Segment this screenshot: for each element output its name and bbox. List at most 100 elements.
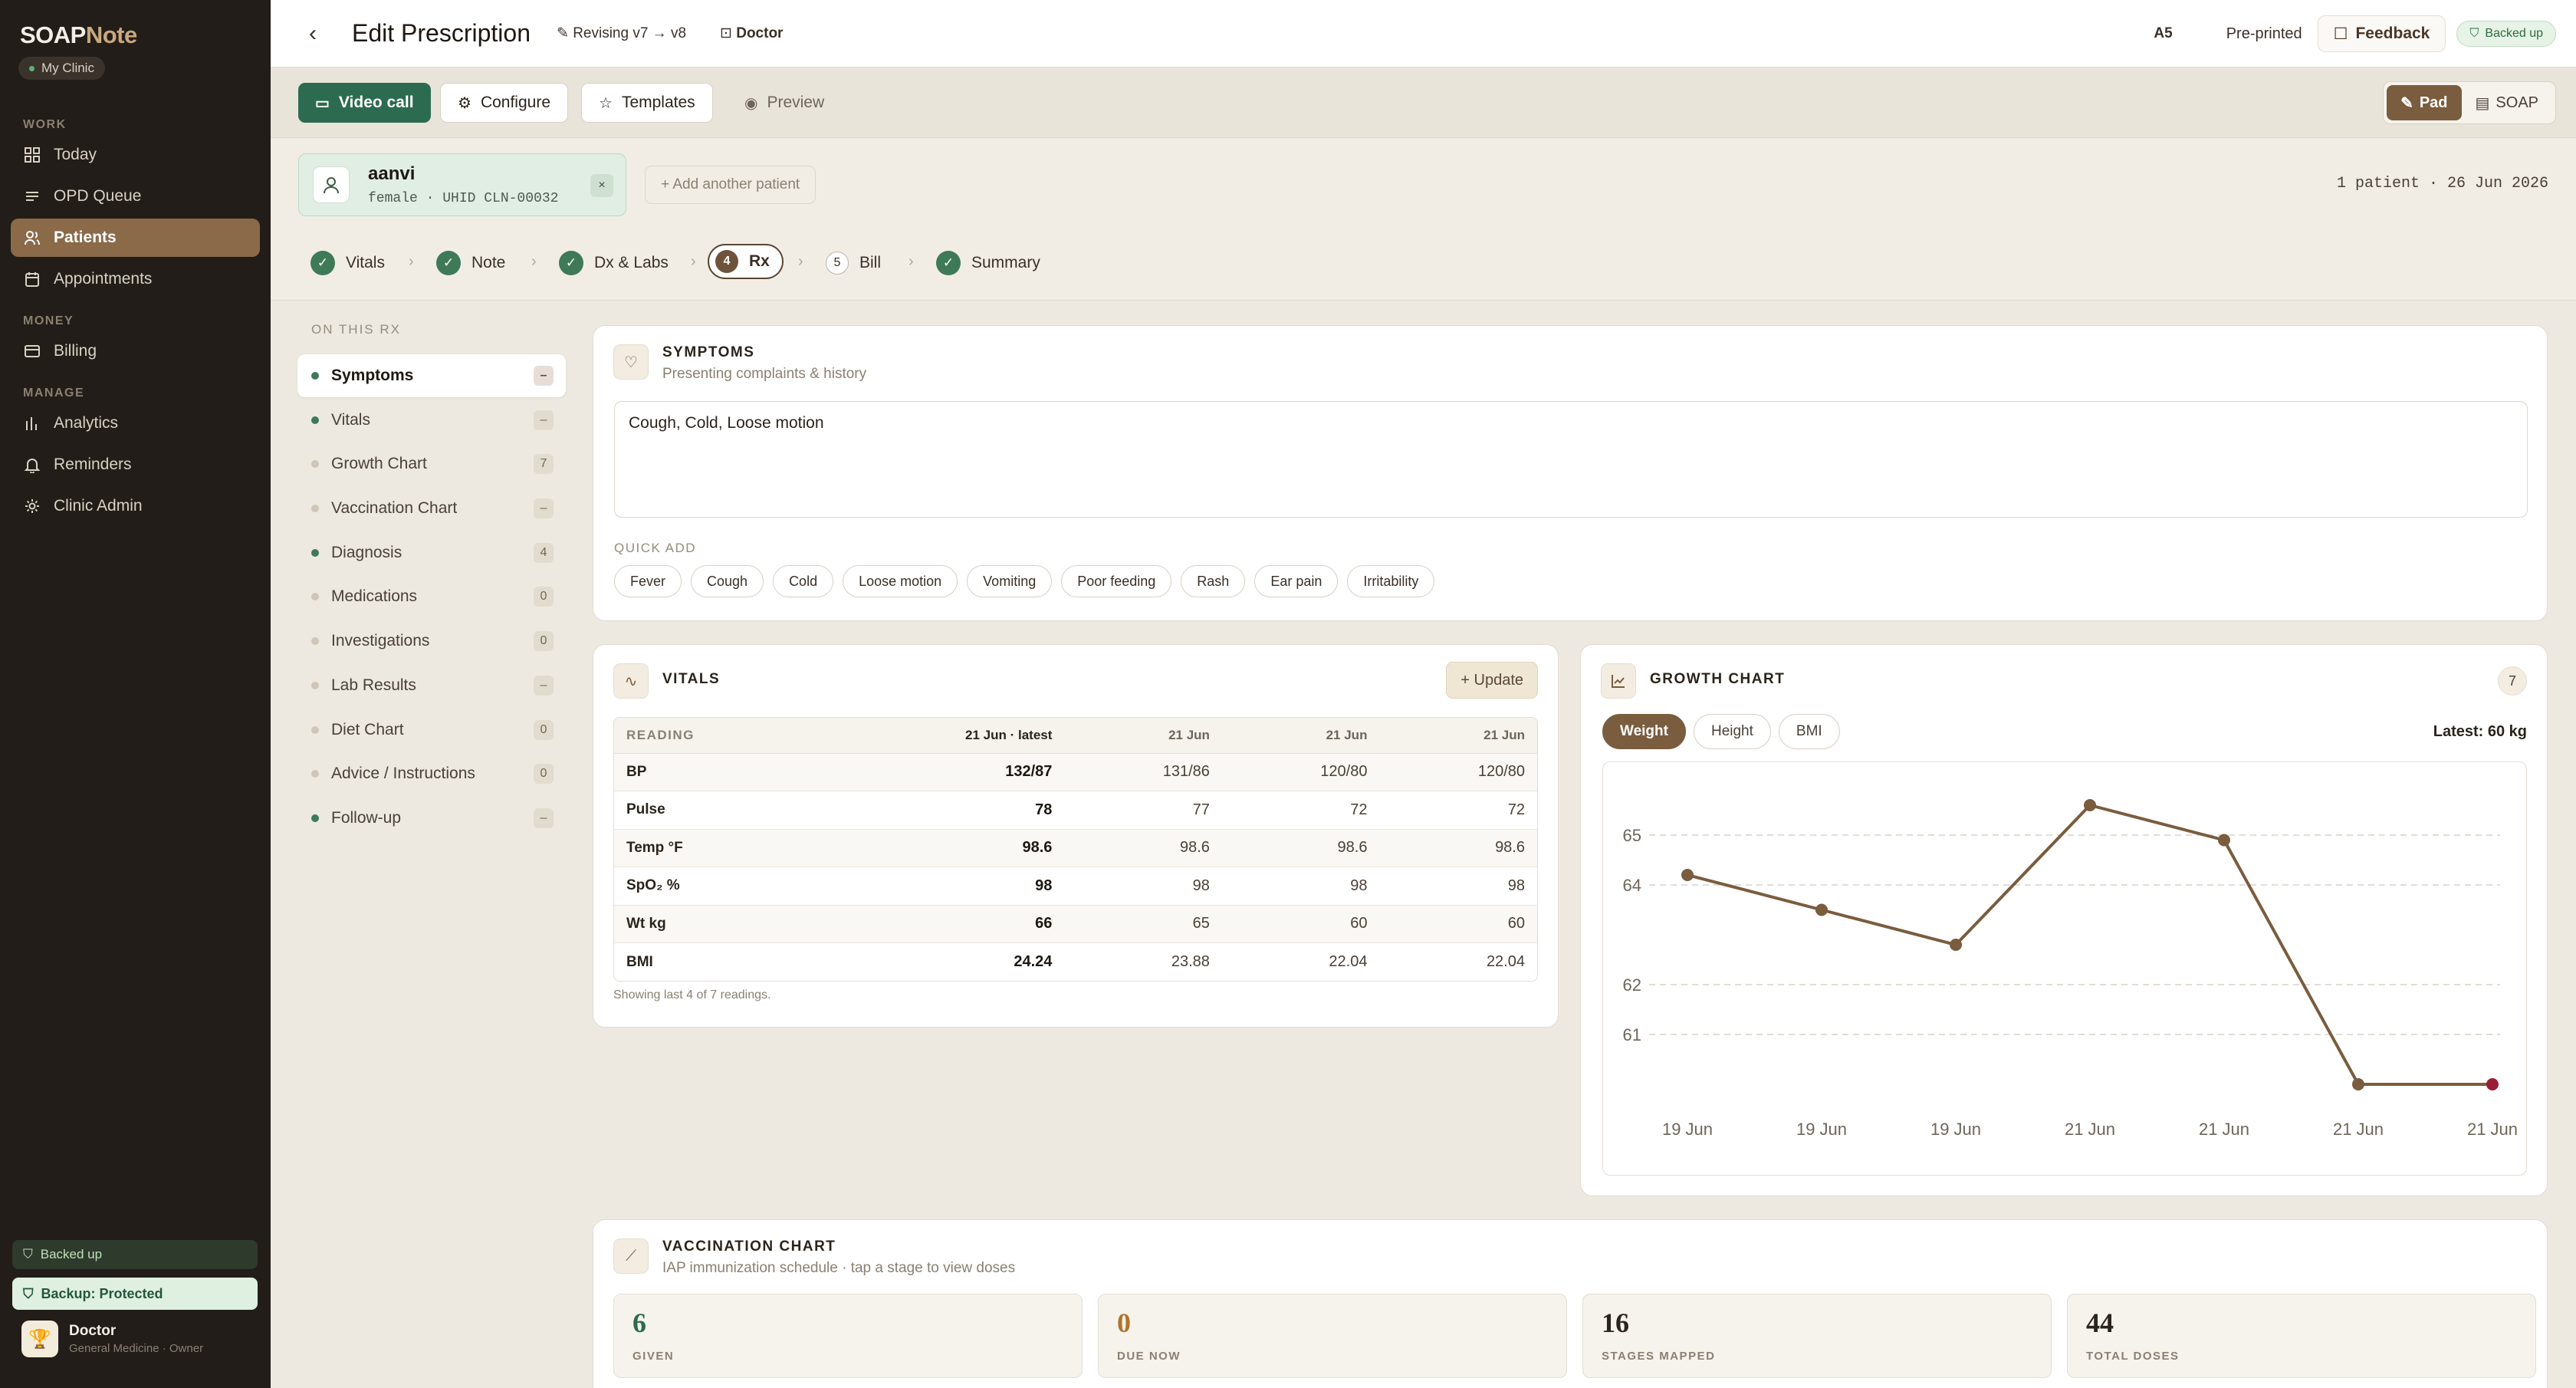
- sidebar-item-reminders[interactable]: Reminders: [11, 446, 260, 484]
- stat-given[interactable]: 6 GIVEN: [613, 1294, 1083, 1378]
- status-dot: [311, 725, 319, 734]
- feedback-button[interactable]: ☐ Feedback: [2317, 15, 2446, 52]
- preview-button[interactable]: ◉ Preview: [728, 83, 841, 123]
- table-row: SpO₂ % 98 98 98 98: [614, 867, 1537, 906]
- toc-item-follow-up[interactable]: Follow-up –: [297, 797, 566, 840]
- add-patient-button[interactable]: + Add another patient: [645, 166, 816, 204]
- toc-item-growth-chart[interactable]: Growth Chart 7: [297, 442, 566, 485]
- receipt-icon: [23, 342, 41, 360]
- quick-add-chip[interactable]: Cough: [691, 565, 764, 597]
- data-point: [2218, 834, 2230, 847]
- check-icon: ✓: [436, 251, 461, 275]
- status-dot: [311, 372, 319, 380]
- sidebar-item-billing[interactable]: Billing: [11, 332, 260, 370]
- stat-stages-mapped[interactable]: 16 STAGES MAPPED: [1582, 1294, 2052, 1378]
- backed-up-badge: ⛉ Backed up: [2456, 21, 2556, 47]
- latest-value: Latest: 60 kg: [2433, 723, 2527, 740]
- top-header: ‹ Edit Prescription ✎ Revising v7 → v8 ⊡…: [271, 0, 2576, 67]
- toc-item-medications[interactable]: Medications 0: [297, 575, 566, 618]
- remove-patient-button[interactable]: ×: [590, 174, 613, 197]
- toc-item-lab-results[interactable]: Lab Results –: [297, 664, 566, 707]
- patient-card[interactable]: aanvi female · UHID CLN-00032 ×: [298, 153, 626, 216]
- user-profile[interactable]: 🏆 Doctor General Medicine · Owner: [21, 1321, 203, 1357]
- sidebar-item-clinic-admin[interactable]: Clinic Admin: [11, 487, 260, 525]
- growth-plot-frame: 61 62 64 65 19 Jun 19 Jun 19 Jun 21 Jun 21 Jun 21…: [1602, 761, 2527, 1176]
- y-tick-label: 61: [1623, 1025, 1641, 1044]
- quick-add-chip[interactable]: Ear pain: [1254, 565, 1339, 597]
- quick-add-chip[interactable]: Loose motion: [843, 565, 958, 597]
- status-dot: [311, 770, 319, 778]
- step-vitals[interactable]: ✓ Vitals: [310, 245, 385, 281]
- symptoms-textarea[interactable]: Cough, Cold, Loose motion: [614, 401, 2528, 518]
- check-icon: ✓: [559, 251, 583, 275]
- gear-icon: ⚙: [458, 94, 472, 112]
- vitals-cell: 131/86: [1064, 753, 1222, 791]
- toc-item-investigations[interactable]: Investigations 0: [297, 620, 566, 663]
- patient-summary: 1 patient · 26 Jun 2026: [2336, 175, 2548, 192]
- paper-type[interactable]: Pre-printed: [2226, 25, 2302, 43]
- quick-add-chip[interactable]: Poor feeding: [1061, 565, 1172, 597]
- stat-due-now[interactable]: 0 DUE NOW: [1098, 1294, 1567, 1378]
- y-tick-label: 62: [1623, 975, 1641, 995]
- quick-add-chip[interactable]: Rash: [1181, 565, 1246, 597]
- quick-add-chip[interactable]: Cold: [773, 565, 834, 597]
- vitals-cell: 60: [1221, 905, 1380, 943]
- table-row: BP 132/87 131/86 120/80 120/80: [614, 753, 1537, 791]
- back-arrow-icon[interactable]: ‹: [309, 21, 332, 47]
- toc-item-vitals[interactable]: Vitals –: [297, 399, 566, 442]
- x-tick-label: 19 Jun: [1662, 1120, 1713, 1139]
- patient-strip: aanvi female · UHID CLN-00032 × + Add an…: [271, 138, 2576, 224]
- tab-weight[interactable]: Weight: [1602, 714, 1686, 749]
- toc-item-label: Lab Results: [331, 676, 416, 694]
- pencil-icon: ✎: [556, 25, 573, 41]
- tab-bmi[interactable]: BMI: [1778, 714, 1840, 749]
- backup-protected-button[interactable]: ⛉ Backup: Protected: [12, 1278, 258, 1310]
- clinic-switcher[interactable]: My Clinic: [18, 57, 105, 80]
- step-bill[interactable]: 5 Bill: [826, 245, 881, 281]
- quick-add-chip[interactable]: Vomiting: [967, 565, 1053, 597]
- sidebar-item-analytics[interactable]: Analytics: [11, 404, 260, 442]
- sidebar-item-patients[interactable]: Patients: [11, 219, 260, 257]
- stat-total-doses[interactable]: 44 TOTAL DOSES: [2067, 1294, 2536, 1378]
- vitals-cell: 77: [1064, 791, 1222, 830]
- sidebar-item-appointments[interactable]: Appointments: [11, 260, 260, 298]
- update-vitals-button[interactable]: + Update: [1446, 662, 1538, 699]
- pad-mode-button[interactable]: ✎ Pad: [2387, 85, 2462, 120]
- data-point: [2084, 799, 2096, 811]
- vitals-cell: 120/80: [1221, 753, 1380, 791]
- toc-item-advice-instructions[interactable]: Advice / Instructions 0: [297, 752, 566, 795]
- user-icon: [313, 166, 350, 203]
- video-call-button[interactable]: ▭ Video call: [298, 83, 431, 123]
- toc-item-diet-chart[interactable]: Diet Chart 0: [297, 709, 566, 752]
- vitals-cell: 98: [1379, 867, 1537, 906]
- step-summary[interactable]: ✓ Summary: [936, 245, 1040, 281]
- step-note[interactable]: ✓ Note: [436, 245, 505, 281]
- quick-add-chip[interactable]: Fever: [614, 565, 682, 597]
- sidebar-item-opd-queue[interactable]: OPD Queue: [11, 177, 260, 215]
- step-rx[interactable]: 4 Rx: [708, 244, 784, 279]
- tab-height[interactable]: Height: [1693, 714, 1771, 749]
- revision-label: ✎ Revising v7 → v8: [556, 25, 687, 41]
- weight-series-line: [1687, 804, 2492, 1086]
- action-toolbar: ▭ Video call ⚙ Configure ☆ Templates ◉ Previ…: [271, 67, 2576, 138]
- toc-item-label: Vaccination Chart: [331, 499, 458, 518]
- shield-check-icon: ⛉: [23, 1285, 34, 1301]
- toc-item-symptoms[interactable]: Symptoms –: [297, 354, 566, 397]
- toc-item-label: Medications: [331, 587, 418, 606]
- toc-item-vaccination-chart[interactable]: Vaccination Chart –: [297, 487, 566, 530]
- x-tick-label: 21 Jun: [2467, 1120, 2518, 1139]
- sidebar-item-today[interactable]: Today: [11, 136, 260, 174]
- latest-data-point: [2486, 1078, 2499, 1090]
- table-row: Temp °F 98.6 98.6 98.6 98.6: [614, 829, 1537, 867]
- shield-icon: ⛉: [23, 1247, 33, 1261]
- brand-logo[interactable]: SOAPNote: [20, 21, 137, 49]
- templates-button[interactable]: ☆ Templates: [581, 83, 713, 123]
- chevron-right-icon: ›: [531, 253, 537, 270]
- quick-add-chip[interactable]: Irritability: [1347, 565, 1435, 597]
- toc-item-label: Follow-up: [331, 808, 402, 827]
- step-dx-labs[interactable]: ✓ Dx & Labs: [559, 245, 669, 281]
- paper-size[interactable]: A5: [2154, 25, 2172, 42]
- toc-item-diagnosis[interactable]: Diagnosis 4: [297, 531, 566, 574]
- configure-button[interactable]: ⚙ Configure: [440, 83, 568, 123]
- soap-mode-button[interactable]: ▤ SOAP: [2462, 85, 2552, 120]
